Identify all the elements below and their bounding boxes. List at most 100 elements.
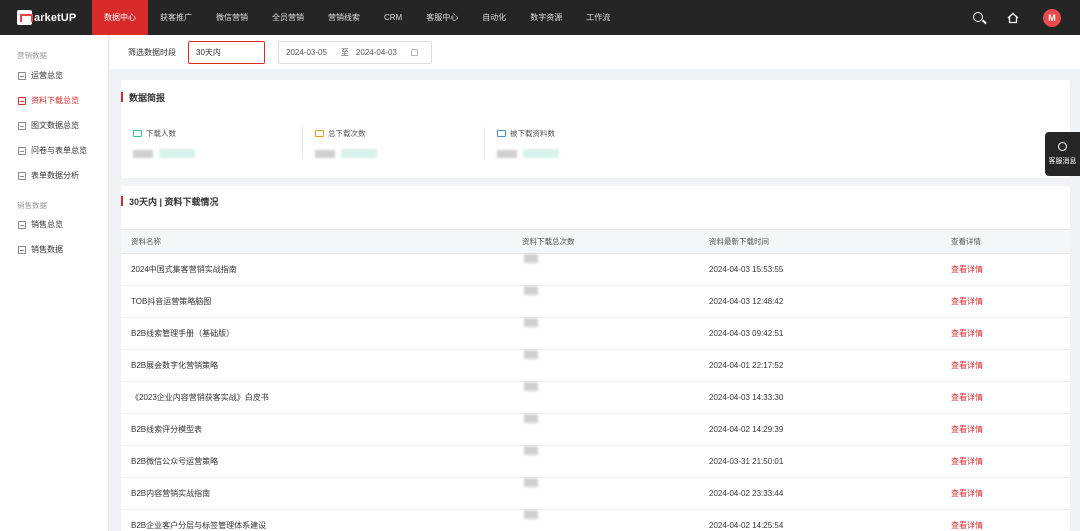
sidebar-item[interactable]: 资料下载总览 — [0, 88, 108, 113]
sidebar-item[interactable]: 表单数据分析 — [0, 163, 108, 188]
resource-name: B2B展会数字化营销策略 — [131, 361, 219, 370]
latest-download-time: 2024-04-03 14:33:30 — [709, 393, 784, 402]
sidebar-item[interactable]: 运营总览 — [0, 63, 108, 88]
view-detail-link[interactable]: 查看详情 — [951, 446, 983, 478]
view-detail-link[interactable]: 查看详情 — [951, 510, 983, 531]
col-count-header[interactable]: 资料下载总次数 — [522, 230, 575, 254]
view-detail-link[interactable]: 查看详情 — [951, 414, 983, 446]
resource-name: B2B线索管理手册（基础版） — [131, 329, 235, 338]
download-icon — [315, 130, 324, 137]
divider — [484, 127, 485, 159]
stat-label-row: 总下载次数 — [315, 128, 485, 139]
sidebar-item-label: 销售数据 — [31, 245, 63, 254]
latest-download-time: 2024-04-03 09:42:51 — [709, 329, 784, 338]
stat-label: 下载人数 — [146, 129, 176, 138]
view-detail-link[interactable]: 查看详情 — [951, 382, 983, 414]
sidebar-item-label: 表单数据分析 — [31, 171, 79, 180]
table-row: 2024中国式集客营销实战指南 2024-04-03 15:53:55 查看详情 — [121, 254, 1070, 286]
sidebar-item-label: 图文数据总览 — [31, 121, 79, 130]
latest-download-time: 2024-04-02 14:25:54 — [709, 521, 784, 530]
col-name-header[interactable]: 资料名称 — [131, 230, 161, 254]
resource-name: B2B内容营销实战指南 — [131, 489, 211, 498]
download-count-redacted — [524, 286, 538, 295]
stat-block: 总下载次数 — [315, 128, 485, 163]
calendar-icon[interactable] — [410, 48, 418, 56]
sidebar-section-title: 营销数据 — [17, 51, 47, 60]
chart-icon — [18, 71, 26, 80]
view-detail-link[interactable]: 查看详情 — [951, 478, 983, 510]
app-logo[interactable]: arketUP — [0, 0, 92, 35]
download-count-redacted — [524, 350, 538, 359]
chart-icon — [18, 220, 26, 229]
topnav-item[interactable]: 工作流 — [574, 0, 622, 35]
sidebar: 营销数据 运营总览 资料下载总览 图文数据总览 问卷与表单总览 表单数据分析 销售数据 销售总… — [0, 35, 109, 531]
stat-label-row: 被下载资料数 — [497, 128, 667, 139]
resource-name: B2B企业客户分层与标签管理体系建设 — [131, 521, 267, 530]
table-row: B2B微信公众号运营策略 2024-03-31 21:50:01 查看详情 — [121, 446, 1070, 478]
home-icon[interactable] — [1007, 12, 1019, 24]
sidebar-item[interactable]: 销售总览 — [0, 212, 108, 237]
sidebar-item[interactable]: 图文数据总览 — [0, 113, 108, 138]
topnav-item[interactable]: 数据中心 — [92, 0, 148, 35]
stat-value-redacted — [133, 149, 303, 158]
table-header: 资料名称 资料下载总次数 资料最新下载时间 查看详情 — [121, 229, 1070, 254]
latest-download-time: 2024-03-31 21:50:01 — [709, 457, 784, 466]
search-icon[interactable] — [973, 11, 983, 22]
topnav-item[interactable]: 获客推广 — [148, 0, 204, 35]
monitor-icon — [133, 130, 142, 137]
customer-service-tab[interactable]: 客服消息 — [1045, 132, 1080, 176]
resource-name: B2B线索评分模型表 — [131, 425, 203, 434]
view-detail-link[interactable]: 查看详情 — [951, 254, 983, 286]
download-count-redacted — [524, 478, 538, 487]
range-separator: 至 — [340, 47, 349, 57]
logo-text: arketUP — [34, 11, 77, 24]
col-time-header[interactable]: 资料最新下载时间 — [709, 230, 769, 254]
topnav-item[interactable]: 微信营销 — [204, 0, 260, 35]
download-count-redacted — [524, 510, 538, 519]
table-row: B2B企业客户分层与标签管理体系建设 2024-04-02 14:25:54 查看详… — [121, 510, 1070, 531]
view-detail-link[interactable]: 查看详情 — [951, 286, 983, 318]
summary-card: 数据简报 下载人数 总下载次数 被下载资料数 — [121, 80, 1070, 178]
topnav-item[interactable]: 客服中心 — [414, 0, 470, 35]
chart-icon — [18, 96, 26, 105]
topnav-item[interactable]: CRM — [372, 0, 414, 35]
view-detail-link[interactable]: 查看详情 — [951, 318, 983, 350]
chat-icon — [1058, 142, 1067, 151]
topnav-item[interactable]: 营销线索 — [316, 0, 372, 35]
topnav-item[interactable]: 全员营销 — [260, 0, 316, 35]
latest-download-time: 2024-04-03 12:48:42 — [709, 297, 784, 306]
sidebar-item[interactable]: 问卷与表单总览 — [0, 138, 108, 163]
sidebar-item-label: 资料下载总览 — [31, 96, 79, 105]
filter-bar: 筛选数据时段 30天内 2024-03-05 至 2024-04-03 — [110, 35, 1080, 69]
latest-download-time: 2024-04-02 23:33:44 — [709, 489, 784, 498]
chart-icon — [18, 245, 26, 254]
sidebar-item-label: 运营总览 — [31, 71, 63, 80]
sidebar-item-label: 问卷与表单总览 — [31, 146, 87, 155]
stat-label: 被下载资料数 — [510, 129, 555, 138]
period-select[interactable]: 30天内 — [188, 40, 265, 64]
stat-block: 下载人数 — [133, 128, 303, 163]
downloads-table-card: 30天内 | 资料下载情况 资料名称 资料下载总次数 资料最新下载时间 查看详情… — [121, 186, 1070, 531]
stat-label: 总下载次数 — [328, 129, 366, 138]
date-range-picker[interactable]: 2024-03-05 至 2024-04-03 — [278, 40, 432, 64]
sidebar-section-title: 销售数据 — [17, 201, 47, 210]
topnav-item[interactable]: 数字资源 — [518, 0, 574, 35]
sidebar-item-label: 销售总览 — [31, 220, 63, 229]
download-count-redacted — [524, 318, 538, 327]
latest-download-time: 2024-04-03 15:53:55 — [709, 265, 784, 274]
top-actions: M — [973, 0, 1080, 35]
avatar[interactable]: M — [1043, 8, 1061, 27]
sidebar-item[interactable]: 销售数据 — [0, 237, 108, 262]
view-detail-link[interactable]: 查看详情 — [951, 350, 983, 382]
resource-name: B2B微信公众号运营策略 — [131, 457, 219, 466]
topnav-item[interactable]: 自动化 — [470, 0, 518, 35]
chart-icon — [18, 146, 26, 155]
table-row: B2B线索管理手册（基础版） 2024-04-03 09:42:51 查看详情 — [121, 318, 1070, 350]
latest-download-time: 2024-04-01 22:17:52 — [709, 361, 784, 370]
table-title: 30天内 | 资料下载情况 — [121, 195, 219, 208]
latest-download-time: 2024-04-02 14:29:39 — [709, 425, 784, 434]
stat-label-row: 下载人数 — [133, 128, 303, 139]
start-date: 2024-03-05 — [286, 47, 327, 57]
download-count-redacted — [524, 446, 538, 455]
table-row: B2B线索评分模型表 2024-04-02 14:29:39 查看详情 — [121, 414, 1070, 446]
